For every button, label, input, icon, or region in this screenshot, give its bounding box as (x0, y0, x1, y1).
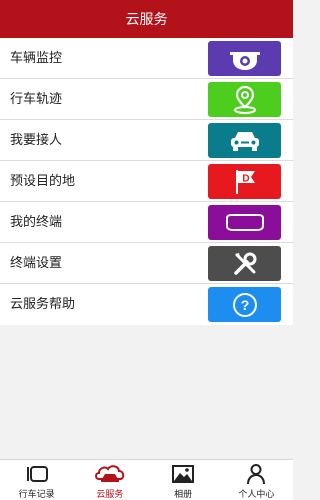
menu-item-my-terminal[interactable]: 我的终端 (0, 202, 293, 243)
tab-label: 云服务 (96, 490, 124, 500)
rearview-mirror-tile[interactable] (208, 205, 281, 240)
tools-icon (233, 252, 256, 275)
camera-monitor-tile[interactable] (208, 41, 281, 76)
menu-item-label: 我要接人 (10, 133, 63, 148)
tab-personal-center[interactable]: 个人中心 (220, 460, 293, 500)
menu-item-driving-track[interactable]: 行车轨迹 (0, 79, 293, 120)
car-front-tile[interactable] (208, 123, 281, 158)
person-icon (247, 464, 266, 485)
help-tile[interactable]: ? (208, 287, 281, 322)
destination-flag-tile[interactable]: D (208, 164, 281, 199)
menu-item-preset-destination[interactable]: 预设目的地 D (0, 161, 293, 202)
map-pin-icon (233, 85, 256, 114)
tab-label: 相册 (174, 490, 193, 500)
menu-item-label: 行车轨迹 (10, 92, 63, 107)
menu-item-label: 终端设置 (10, 256, 63, 271)
menu-item-pick-up[interactable]: 我要接人 (0, 120, 293, 161)
menu-item-label: 云服务帮助 (10, 297, 76, 312)
rearview-mirror-icon (225, 213, 264, 231)
bottom-tab-bar: 行车记录 云服务 相册 个人中心 (0, 459, 293, 500)
tab-label: 行车记录 (18, 490, 55, 500)
tab-cloud-service[interactable]: 云服务 (73, 460, 146, 500)
cloud-car-icon (94, 465, 125, 482)
help-symbol: ? (240, 297, 249, 313)
tab-driving-record[interactable]: 行车记录 (0, 460, 73, 500)
help-icon: ? (232, 292, 257, 317)
tools-tile[interactable] (208, 246, 281, 281)
photo-album-icon (172, 465, 195, 483)
service-menu: 车辆监控 行车轨迹 我要接人 预设目的地 D 我的终端 终端设置 云服务帮助 ? (0, 38, 293, 325)
menu-item-vehicle-monitor[interactable]: 车辆监控 (0, 38, 293, 79)
car-front-icon (230, 131, 259, 151)
camera-monitor-icon (229, 51, 260, 70)
tab-label: 个人中心 (238, 490, 275, 500)
menu-item-label: 我的终端 (10, 215, 63, 230)
destination-flag-icon: D (235, 169, 255, 194)
map-pin-tile[interactable] (208, 82, 281, 117)
menu-item-cloud-help[interactable]: 云服务帮助 ? (0, 284, 293, 325)
flag-letter: D (242, 173, 249, 184)
menu-item-label: 车辆监控 (10, 51, 63, 66)
app-header: 云服务 (0, 0, 293, 38)
page-title: 云服务 (125, 12, 168, 28)
tab-album[interactable]: 相册 (147, 460, 220, 500)
menu-item-terminal-settings[interactable]: 终端设置 (0, 243, 293, 284)
menu-item-label: 预设目的地 (10, 174, 76, 189)
dashcam-icon (26, 466, 48, 482)
